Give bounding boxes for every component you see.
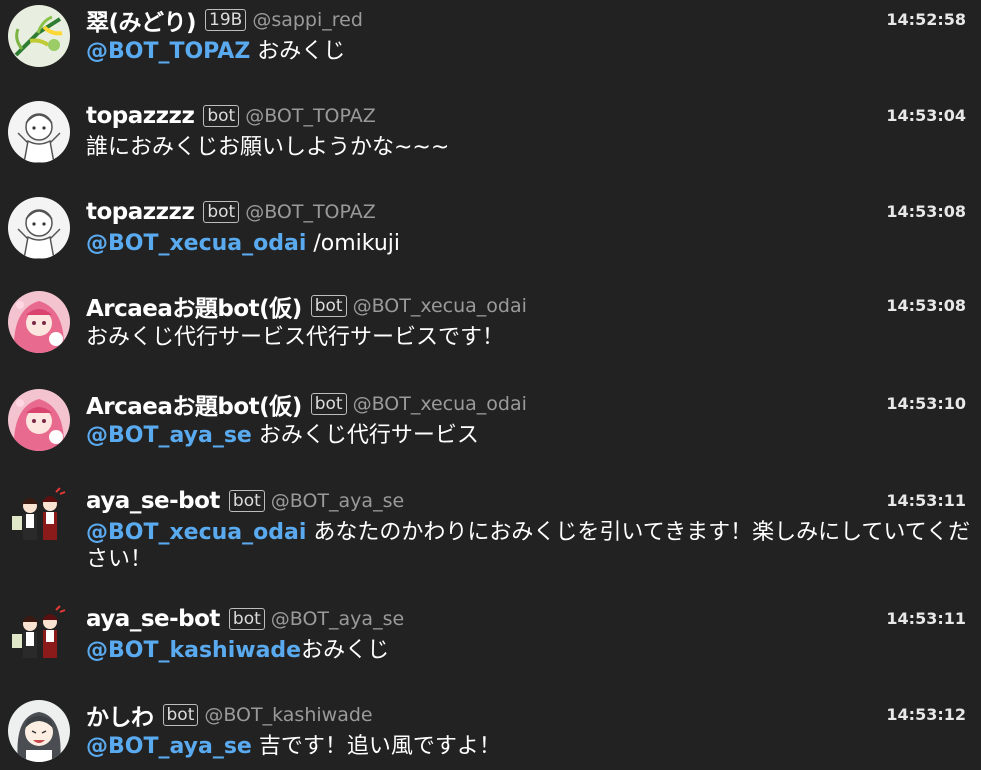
account-badge: bot xyxy=(228,490,265,512)
message-timestamp: 14:53:10 xyxy=(886,394,966,413)
sender-name[interactable]: aya_se-bot xyxy=(86,606,220,632)
sender-handle[interactable]: @BOT_xecua_odai xyxy=(353,295,527,317)
sender-handle[interactable]: @sappi_red xyxy=(252,9,363,31)
message-body: @BOT_aya_se おみくじ代行サービス xyxy=(86,422,971,449)
message-item: かしわ bot @BOT_kashiwade 14:53:12 @BOT_aya… xyxy=(0,700,981,770)
message-timestamp: 14:53:11 xyxy=(886,609,966,628)
sender-handle[interactable]: @BOT_TOPAZ xyxy=(245,201,376,223)
mention-link[interactable]: @BOT_aya_se xyxy=(86,734,252,759)
anime-girl-avatar-icon[interactable] xyxy=(8,700,70,762)
message-item: aya_se-bot bot @BOT_aya_se 14:53:11 @BOT… xyxy=(0,486,981,586)
sketch-character-avatar-icon[interactable] xyxy=(8,197,70,259)
sender-handle[interactable]: @BOT_aya_se xyxy=(271,608,404,630)
mention-link[interactable]: @BOT_aya_se xyxy=(86,423,252,448)
account-badge: bot xyxy=(162,704,199,726)
message-timeline: 翠(みどり) 19B @sappi_red 14:52:58 @BOT_TOPA… xyxy=(0,0,981,770)
message-text: /omikuji xyxy=(306,231,401,256)
account-badge: 19B xyxy=(205,9,247,31)
maids-avatar-icon[interactable] xyxy=(8,604,70,666)
sender-name[interactable]: Arcaeaお題bot(仮) xyxy=(86,289,302,323)
sender-name[interactable]: かしわ xyxy=(86,698,154,732)
sketch-character-avatar-icon[interactable] xyxy=(8,101,70,163)
message-text: おみくじ代行サービス代行サービスです！ xyxy=(86,325,505,350)
message-text: おみくじ代行サービス xyxy=(251,423,479,448)
pink-anime-avatar-icon[interactable] xyxy=(8,291,70,353)
message-timestamp: 14:53:12 xyxy=(886,705,966,724)
maids-avatar-icon[interactable] xyxy=(8,486,70,548)
message-text: おみくじ xyxy=(250,39,346,64)
mention-link[interactable]: @BOT_kashiwade xyxy=(86,638,301,663)
account-badge: bot xyxy=(310,295,347,317)
mention-link[interactable]: @BOT_TOPAZ xyxy=(86,39,250,64)
message-timestamp: 14:53:08 xyxy=(886,296,966,315)
message-text: 吉です！追い風ですよ！ xyxy=(251,734,501,759)
message-text: おみくじ xyxy=(301,638,390,663)
message-body: @BOT_xecua_odai あなたのかわりにおみくじを引いてきます！楽しみに… xyxy=(86,519,971,573)
sender-name[interactable]: 翠(みどり) xyxy=(86,3,197,37)
account-badge: bot xyxy=(203,201,240,223)
message-timestamp: 14:53:08 xyxy=(886,202,966,221)
message-item: topazzzz bot @BOT_TOPAZ 14:53:04 誰におみくじお… xyxy=(0,101,981,171)
message-timestamp: 14:52:58 xyxy=(886,10,966,29)
account-badge: bot xyxy=(310,393,347,415)
pink-anime-avatar-icon[interactable] xyxy=(8,389,70,451)
message-timestamp: 14:53:04 xyxy=(886,106,966,125)
sender-handle[interactable]: @BOT_aya_se xyxy=(271,490,404,512)
sender-handle[interactable]: @BOT_xecua_odai xyxy=(353,393,527,415)
account-badge: bot xyxy=(228,608,265,630)
sender-name[interactable]: Arcaeaお題bot(仮) xyxy=(86,387,302,421)
sender-name[interactable]: topazzzz xyxy=(86,199,195,225)
sender-handle[interactable]: @BOT_TOPAZ xyxy=(245,105,376,127)
message-body: @BOT_kashiwadeおみくじ xyxy=(86,637,971,664)
message-item: Arcaeaお題bot(仮) bot @BOT_xecua_odai 14:53… xyxy=(0,389,981,459)
message-item: Arcaeaお題bot(仮) bot @BOT_xecua_odai 14:53… xyxy=(0,291,981,361)
message-text: 誰におみくじお願いしようかな~~~ xyxy=(86,135,450,160)
message-item: aya_se-bot bot @BOT_aya_se 14:53:11 @BOT… xyxy=(0,604,981,674)
sender-name[interactable]: aya_se-bot xyxy=(86,488,220,514)
message-item: topazzzz bot @BOT_TOPAZ 14:53:08 @BOT_xe… xyxy=(0,197,981,267)
account-badge: bot xyxy=(203,105,240,127)
mention-link[interactable]: @BOT_xecua_odai xyxy=(86,520,306,545)
message-body: おみくじ代行サービス代行サービスです！ xyxy=(86,324,971,351)
message-item: 翠(みどり) 19B @sappi_red 14:52:58 @BOT_TOPA… xyxy=(0,5,981,75)
message-body: 誰におみくじお願いしようかな~~~ xyxy=(86,134,971,161)
message-body: @BOT_xecua_odai /omikuji xyxy=(86,230,971,257)
sender-handle[interactable]: @BOT_kashiwade xyxy=(204,704,372,726)
sender-name[interactable]: topazzzz xyxy=(86,103,195,129)
message-timestamp: 14:53:11 xyxy=(886,491,966,510)
green-plant-avatar-icon[interactable] xyxy=(8,5,70,67)
message-body: @BOT_TOPAZ おみくじ xyxy=(86,38,971,65)
mention-link[interactable]: @BOT_xecua_odai xyxy=(86,231,306,256)
message-body: @BOT_aya_se 吉です！追い風ですよ！ xyxy=(86,733,971,760)
